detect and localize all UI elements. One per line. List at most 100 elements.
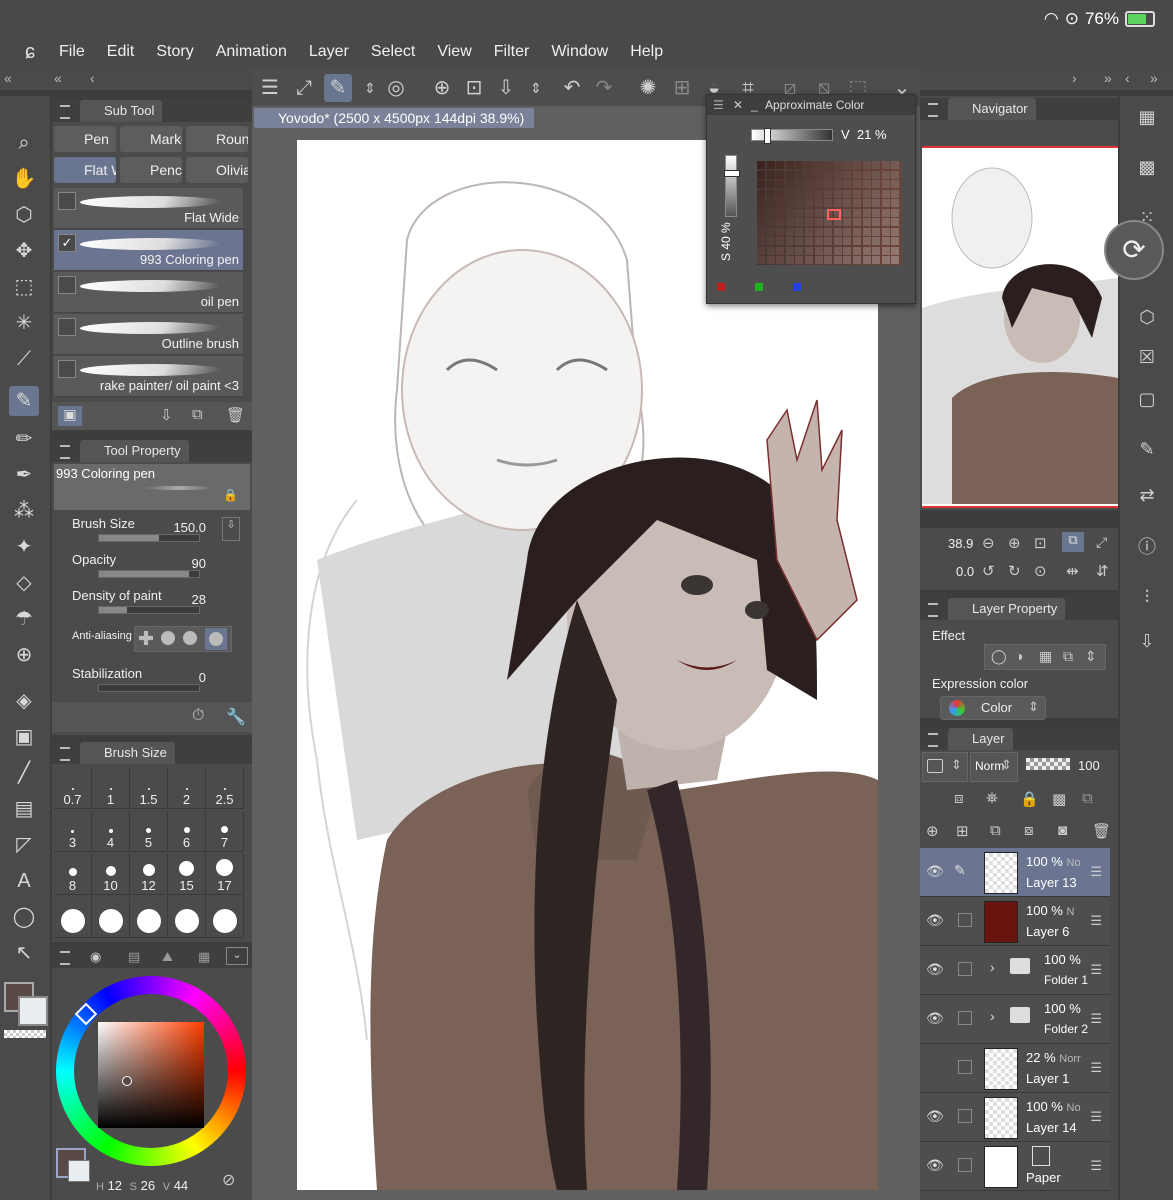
navigator-tab[interactable]: Navigator [948, 98, 1036, 120]
tone-icon[interactable]: ▦ [1039, 648, 1052, 665]
subtool-group-pencil[interactable]: Pencil [120, 157, 182, 183]
layer-property-tab[interactable]: Layer Property [948, 598, 1066, 620]
mesh-icon[interactable]: ⊕ [9, 640, 39, 670]
blend-mode-select[interactable]: Norm ⇕ [970, 752, 1018, 782]
menu-edit[interactable]: Edit [107, 43, 135, 61]
3d-object-icon[interactable]: ⬡ [1134, 304, 1160, 330]
fit-window-icon[interactable]: ⧉ [1062, 532, 1084, 552]
brush-size-value[interactable]: 150.0 [156, 520, 206, 535]
sub-color-swatch[interactable] [18, 996, 48, 1026]
brush-size-preset[interactable]: 6 [168, 811, 206, 852]
layer-menu-icon[interactable]: ☰ [1090, 1011, 1102, 1027]
brush-size-preset[interactable] [168, 897, 206, 938]
brush-size-preset[interactable] [130, 897, 168, 938]
panel-grip-icon[interactable]: ☰ [713, 95, 724, 115]
info-icon[interactable]: ⓘ [1134, 534, 1160, 560]
subtool-group-pen[interactable]: Pen [54, 126, 116, 152]
copy-layer-icon[interactable]: ⧉ [990, 822, 1001, 839]
expression-color-select[interactable]: Color ⇕ [940, 696, 1046, 720]
collapse-right-icon-2[interactable]: » [1150, 70, 1158, 86]
stepper-icon[interactable]: ⇕ [356, 74, 384, 102]
layer-checkbox[interactable] [958, 913, 972, 927]
subtool-group-round[interactable]: Round [186, 126, 248, 152]
layer-opacity-slider[interactable] [1026, 758, 1070, 770]
close-icon[interactable]: ✕ [733, 95, 743, 115]
brush-size-preset[interactable] [54, 897, 92, 938]
mask-icon[interactable]: ⧉ [1082, 790, 1093, 807]
brush-size-preset[interactable]: 4 [92, 811, 130, 852]
brush-item-rake-painter[interactable]: rake painter/ oil paint <3 [54, 356, 243, 397]
zoom-icon[interactable]: ⌕ [9, 128, 39, 158]
panel-menu-chevron-icon[interactable]: ⌄ [226, 947, 248, 965]
saturation-slider[interactable] [724, 155, 740, 217]
collapse-right-icon[interactable]: » [1104, 70, 1112, 86]
selection-icon[interactable]: ⬚ [9, 272, 39, 302]
menu-layer[interactable]: Layer [309, 43, 349, 61]
color-set-tab-icon[interactable]: ▤ [128, 949, 140, 965]
open-folder-icon[interactable]: ⊡ [460, 74, 488, 102]
layer-lock-icon[interactable]: 🔒 [1020, 790, 1039, 808]
layer-checkbox[interactable] [958, 1060, 972, 1074]
brush-size-preset[interactable]: 15 [168, 854, 206, 895]
flip-horizontal-icon[interactable]: ⇹ [1066, 562, 1079, 580]
antialias-selector[interactable] [134, 626, 232, 652]
zoom-in-icon[interactable]: ⊕ [1008, 534, 1021, 552]
visibility-eye-icon[interactable]: 👁 [926, 1010, 944, 1027]
tool-property-tab[interactable]: Tool Property [80, 440, 189, 462]
effect-stepper-icon[interactable]: ⇕ [1085, 648, 1097, 665]
eraser-icon[interactable]: ◇ [9, 568, 39, 598]
saturation-value-square[interactable] [98, 1022, 204, 1128]
decoration-icon[interactable]: ✦ [9, 532, 39, 562]
opacity-value[interactable]: 90 [156, 556, 206, 571]
subtool-group-marker[interactable]: Marker [120, 126, 182, 152]
value-slider[interactable] [751, 128, 833, 144]
sv-cursor[interactable] [122, 1076, 132, 1086]
layer-row[interactable]: 👁 Paper ☰ [920, 1142, 1110, 1191]
brush-size-preset[interactable]: 10 [92, 854, 130, 895]
brush-item-993-coloring-pen[interactable]: ✓ 993 Coloring pen [54, 230, 243, 271]
brush-size-preset[interactable]: 1.5 [130, 768, 168, 809]
sub-color-chip[interactable] [68, 1160, 90, 1182]
flip-vertical-icon[interactable]: ⇵ [1096, 562, 1109, 580]
brush-item-oil-pen[interactable]: oil pen [54, 272, 243, 313]
minimize-icon[interactable]: _ [751, 95, 758, 115]
layer-color-icon[interactable]: ⧉ [1063, 648, 1073, 665]
text-icon[interactable]: A [9, 866, 39, 896]
visibility-eye-icon[interactable]: 👁 [926, 863, 944, 880]
tone-pattern-icon[interactable]: ▩ [1134, 154, 1160, 180]
line-icon[interactable]: ╱ [9, 758, 39, 788]
brush-item-flat-wide[interactable]: Flat Wide [54, 188, 243, 229]
document-tab[interactable]: Yovodo* (2500 x 4500px 144dpi 38.9%) [254, 108, 535, 128]
layer-row[interactable]: 👁 100 % No Layer 14 ☰ [920, 1093, 1110, 1142]
brush-size-preset[interactable]: 12 [130, 854, 168, 895]
red-channel-swatch[interactable] [717, 283, 725, 291]
menu-view[interactable]: View [437, 43, 471, 61]
menu-window[interactable]: Window [551, 43, 608, 61]
layer-menu-icon[interactable]: ☰ [1090, 1109, 1102, 1125]
correct-line-icon[interactable]: ↖ [9, 938, 39, 968]
menu-file[interactable]: File [59, 43, 85, 61]
layer-color-toggle[interactable]: ⇕ [922, 752, 968, 782]
balloon-icon[interactable]: ◯ [9, 902, 39, 932]
hue-ring[interactable] [56, 976, 246, 1166]
sub-tool-tab[interactable]: Sub Tool [80, 100, 163, 122]
grid-icon[interactable]: ▦ [1134, 104, 1160, 130]
undo-icon[interactable]: ↶ [558, 74, 586, 102]
expand-chevron-icon[interactable]: › [990, 959, 995, 975]
layer-menu-icon[interactable]: ☰ [1090, 1060, 1102, 1076]
visibility-eye-icon[interactable]: 👁 [926, 1108, 944, 1125]
color-wheel-tab-icon[interactable]: ◉ [90, 949, 101, 965]
app-logo-icon[interactable]: ɕ [10, 41, 50, 64]
delete-layer-icon[interactable]: 🗑 [1092, 822, 1111, 840]
brush-size-preset[interactable]: 2 [168, 768, 206, 809]
fit-canvas-nav-icon[interactable]: ⤢ [1096, 534, 1107, 551]
move-icon[interactable]: ✥ [9, 236, 39, 266]
brush-size-preset[interactable]: 5 [130, 811, 168, 852]
fit-canvas-icon[interactable]: ⤢ [290, 74, 318, 102]
trash-icon[interactable]: 🗑 [226, 406, 245, 424]
layer-row[interactable]: 22 % Norr Layer 1 ☰ [920, 1044, 1110, 1093]
brush-size-preset[interactable]: 1 [92, 768, 130, 809]
layer-checkbox[interactable] [958, 1158, 972, 1172]
chevron-left-icon-2[interactable]: ‹ [1125, 70, 1130, 86]
magic-wand-icon[interactable]: ✳ [9, 308, 39, 338]
